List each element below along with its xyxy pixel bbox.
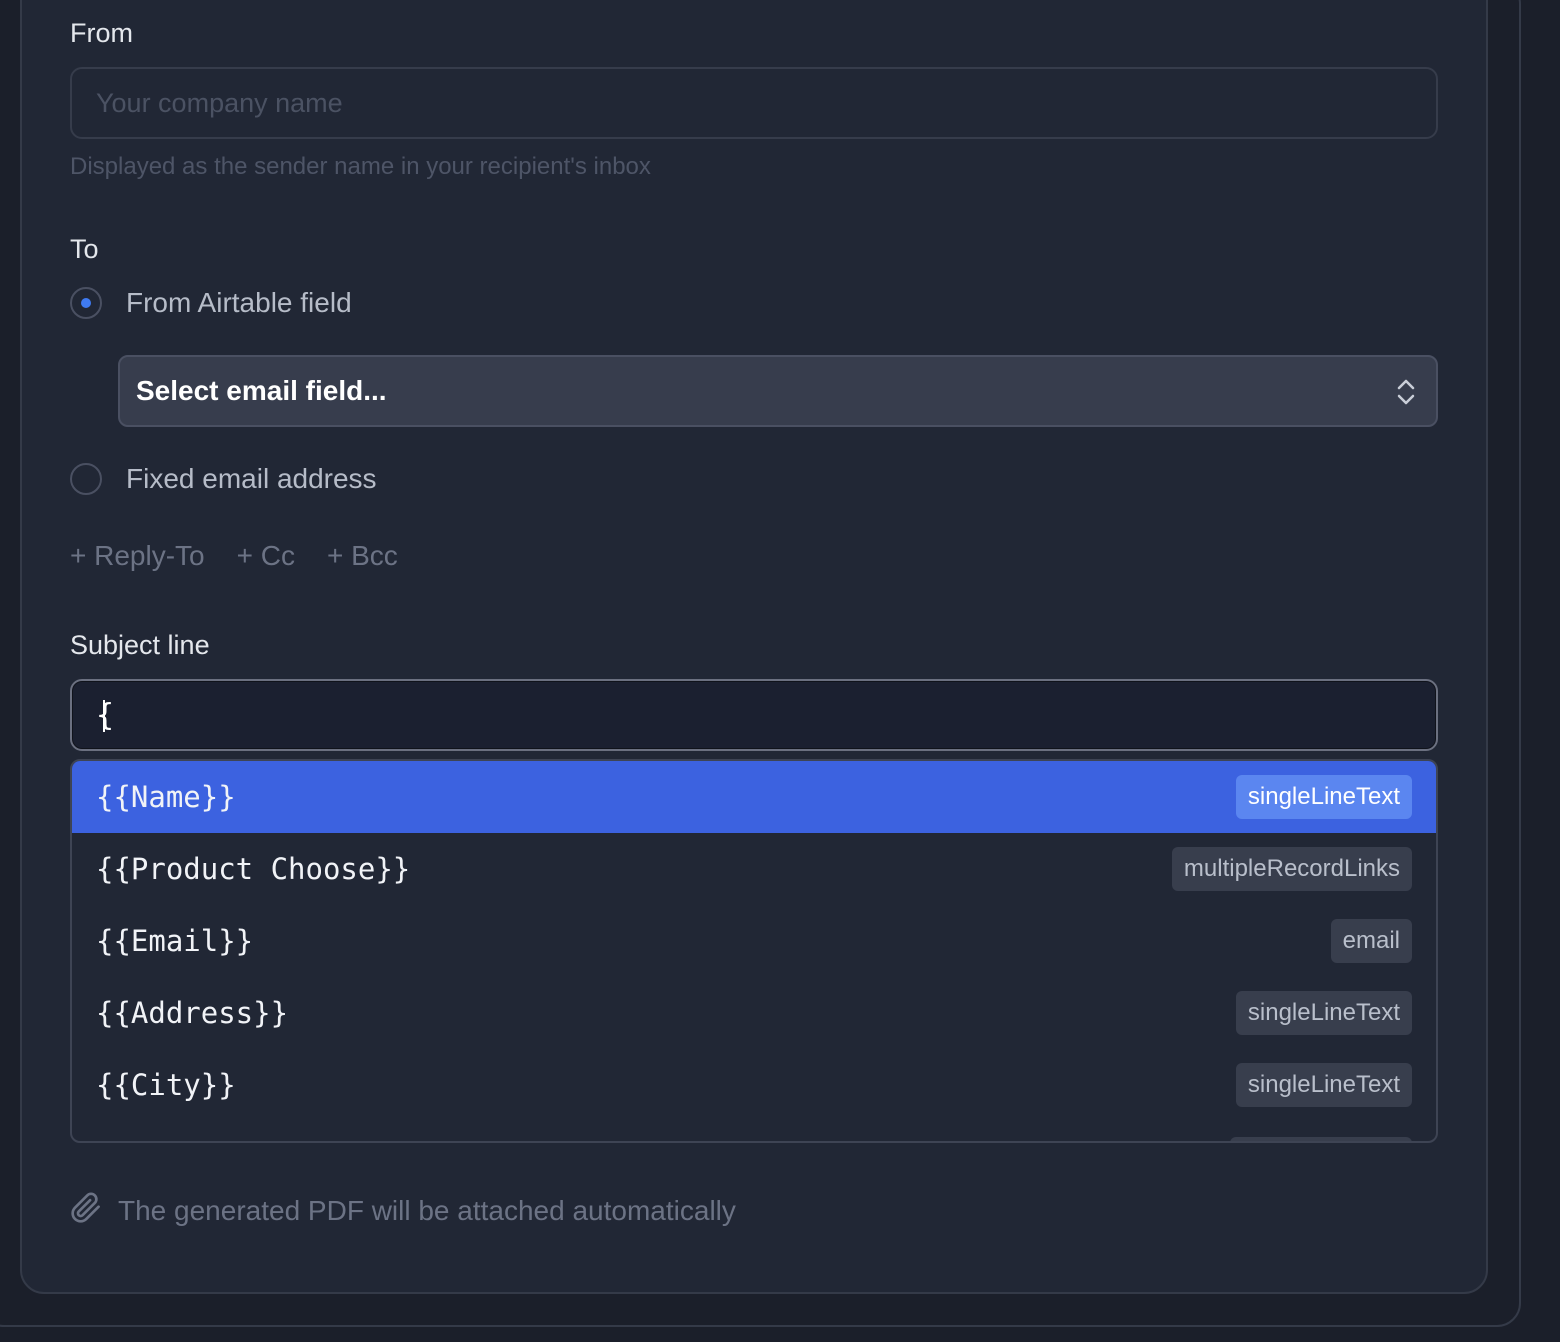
radio-selected-dot [81, 298, 91, 308]
subject-field[interactable] [70, 679, 1438, 751]
add-bcc-link[interactable]: + Bcc [327, 540, 398, 572]
add-cc-link[interactable]: + Cc [237, 540, 295, 572]
suggestion-field-name: {{Address}} [96, 996, 289, 1030]
suggestion-item[interactable]: {{Address}} singleLineText [72, 977, 1436, 1049]
suggestion-item[interactable]: {{Name}} singleLineText [72, 761, 1436, 833]
attachment-note-text: The generated PDF will be attached autom… [118, 1194, 736, 1226]
suggestion-type-badge: multipleRecordLinks [1171, 847, 1412, 891]
radio-from-airtable-field[interactable] [70, 287, 102, 319]
partially-visible-type-badge [1230, 1137, 1412, 1141]
from-input[interactable] [72, 69, 1436, 137]
suggestion-type-badge: singleLineText [1235, 991, 1412, 1035]
suggestion-field-name: {{Name}} [96, 780, 236, 814]
field-suggestion-dropdown: {{Name}} singleLineText {{Product Choose… [70, 759, 1438, 1143]
radio-label-from-airtable-field[interactable]: From Airtable field [126, 287, 352, 319]
attachment-note: The generated PDF will be attached autom… [70, 1190, 736, 1231]
suggestion-field-name: {{Email}} [96, 924, 254, 958]
suggestion-field-name: {{City}} [96, 1068, 236, 1102]
suggestion-item[interactable]: {{Product Choose}} multipleRecordLinks [72, 833, 1436, 905]
suggestion-type-badge: singleLineText [1235, 1063, 1412, 1107]
recipient-extras: + Reply-To + Cc + Bcc [70, 540, 398, 572]
from-label: From [70, 18, 133, 48]
from-helper-text: Displayed as the sender name in your rec… [70, 153, 651, 180]
select-placeholder: Select email field... [136, 375, 387, 406]
to-label: To [70, 234, 99, 264]
radio-label-fixed-email[interactable]: Fixed email address [126, 463, 377, 495]
suggestion-item[interactable]: {{Email}} email [72, 905, 1436, 977]
radio-fixed-email[interactable] [70, 463, 102, 495]
suggestion-item[interactable]: {{City}} singleLineText [72, 1049, 1436, 1121]
paperclip-icon [70, 1190, 102, 1231]
add-reply-to-link[interactable]: + Reply-To [70, 540, 205, 572]
subject-label: Subject line [70, 630, 210, 660]
suggestion-field-name: {{Product Choose}} [96, 852, 411, 886]
suggestion-type-badge: singleLineText [1235, 775, 1412, 819]
email-field-select[interactable]: Select email field... [118, 355, 1438, 427]
chevron-updown-icon [1396, 377, 1416, 412]
text-cursor [103, 700, 105, 732]
from-field[interactable] [70, 67, 1438, 139]
subject-input[interactable] [72, 681, 1436, 749]
suggestion-type-badge: email [1330, 919, 1412, 963]
